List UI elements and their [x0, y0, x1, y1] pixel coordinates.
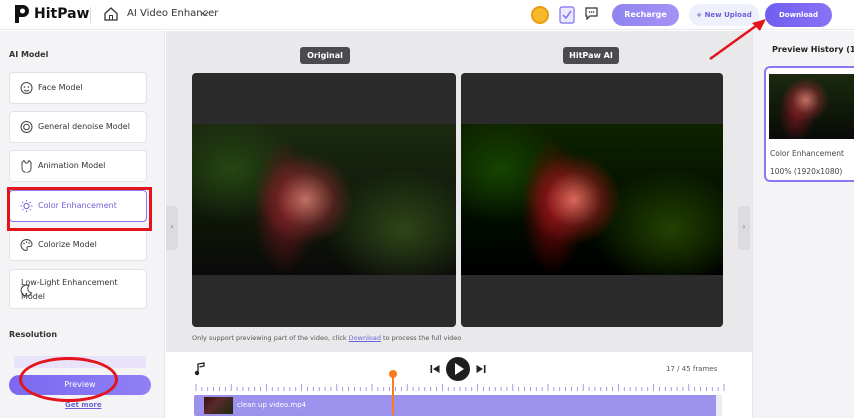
- chevron-left-icon: ‹: [170, 222, 174, 231]
- chevron-down-icon[interactable]: [200, 10, 209, 18]
- previous-frame-icon[interactable]: [430, 364, 440, 374]
- audio-icon[interactable]: [194, 362, 206, 376]
- model-animation[interactable]: Animation Model: [9, 150, 147, 182]
- collapse-right-handle[interactable]: ›: [738, 206, 750, 250]
- original-video[interactable]: [192, 73, 456, 327]
- recharge-button[interactable]: Recharge: [612, 4, 679, 26]
- home-icon[interactable]: [104, 7, 118, 21]
- play-button[interactable]: [446, 357, 470, 381]
- video-frame: [461, 124, 723, 275]
- original-label: Original: [300, 47, 350, 64]
- note-download-link[interactable]: Download: [349, 334, 381, 342]
- enhanced-video[interactable]: [461, 73, 723, 327]
- top-divider: [90, 7, 91, 23]
- coin-icon[interactable]: [531, 6, 549, 24]
- track-end-handle[interactable]: [716, 395, 722, 416]
- model-low-light[interactable]: Low-Light Enhancement Model: [9, 269, 147, 309]
- video-frame: [192, 124, 456, 275]
- hitpaw-ai-label: HitPaw AI: [563, 47, 619, 64]
- timeline-ruler: [195, 384, 725, 391]
- denoise-icon: [20, 121, 33, 133]
- preview-note: Only support previewing part of the vide…: [192, 334, 461, 342]
- red-arrow-annotation: [709, 19, 766, 61]
- model-face[interactable]: Face Model: [9, 72, 147, 104]
- note-text: Only support previewing part of the vide…: [192, 334, 349, 342]
- face-icon: [20, 82, 33, 94]
- highlight-ellipse-annotation: [19, 357, 118, 402]
- animation-icon: [21, 159, 32, 173]
- highlight-rectangle-annotation: [7, 187, 152, 231]
- chevron-right-icon: ›: [742, 222, 746, 231]
- history-thumbnail: [769, 74, 854, 139]
- ai-model-heading: AI Model: [9, 50, 49, 59]
- brand-logo[interactable]: HitPaw: [14, 4, 89, 24]
- clip-name: clean up video.mp4: [237, 401, 307, 409]
- palette-icon: [20, 238, 33, 252]
- history-item-name: Color Enhancement: [770, 149, 844, 158]
- model-label: Low-Light Enhancement Model: [21, 278, 118, 301]
- note-text: to process the full video: [380, 334, 462, 342]
- model-colorize[interactable]: Colorize Model: [9, 229, 147, 261]
- frame-counter: 17 / 45 frames: [666, 365, 718, 373]
- clip-thumbnail: [204, 397, 233, 414]
- get-more-link[interactable]: Get more: [65, 401, 102, 409]
- model-label: Colorize Model: [38, 240, 97, 249]
- history-item-meta: 100% (1920x1080): [770, 167, 843, 176]
- history-title: Preview History (1/5): [772, 45, 854, 54]
- collapse-left-handle[interactable]: ‹: [166, 206, 178, 250]
- model-label: Animation Model: [38, 161, 106, 170]
- resolution-heading: Resolution: [9, 330, 58, 339]
- next-frame-icon[interactable]: [476, 364, 486, 374]
- model-label: Face Model: [38, 83, 83, 92]
- model-general-denoise[interactable]: General denoise Model: [9, 111, 147, 143]
- task-check-icon[interactable]: [559, 6, 575, 24]
- hitpaw-logo-icon: [15, 5, 29, 23]
- chat-icon[interactable]: [585, 7, 598, 20]
- model-label: General denoise Model: [38, 122, 130, 131]
- playhead-handle[interactable]: [389, 370, 397, 378]
- history-item[interactable]: Color Enhancement 100% (1920x1080): [764, 66, 854, 182]
- brand-name: HitPaw: [34, 6, 90, 22]
